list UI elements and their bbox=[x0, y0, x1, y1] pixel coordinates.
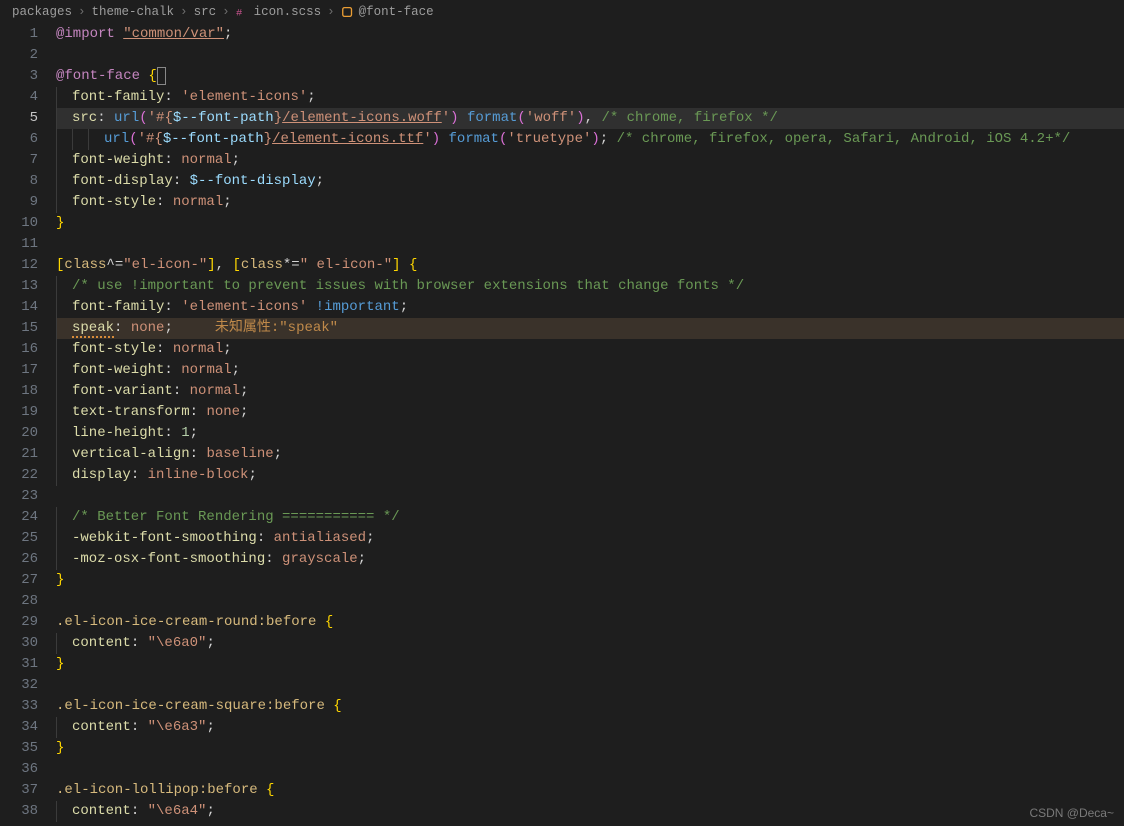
line-number[interactable]: 4 bbox=[0, 87, 38, 108]
code-line[interactable]: @import "common/var"; bbox=[56, 24, 1124, 45]
line-number-gutter[interactable]: 1234567891011121314151617181920212223242… bbox=[0, 24, 56, 826]
code-line[interactable] bbox=[56, 675, 1124, 696]
code-line[interactable]: font-display: $--font-display; bbox=[56, 171, 1124, 192]
code-line[interactable]: font-weight: normal; bbox=[56, 150, 1124, 171]
line-number[interactable]: 21 bbox=[0, 444, 38, 465]
code-line[interactable] bbox=[56, 45, 1124, 66]
breadcrumb[interactable]: packages › theme-chalk › src › # icon.sc… bbox=[0, 0, 1124, 24]
code-editor[interactable]: 1234567891011121314151617181920212223242… bbox=[0, 24, 1124, 826]
code-line[interactable]: src: url('#{$--font-path}/element-icons.… bbox=[56, 108, 1124, 129]
line-number[interactable]: 10 bbox=[0, 213, 38, 234]
code-line[interactable]: text-transform: none; bbox=[56, 402, 1124, 423]
code-line[interactable] bbox=[56, 759, 1124, 780]
line-number[interactable]: 25 bbox=[0, 528, 38, 549]
chevron-right-icon: › bbox=[180, 5, 188, 19]
code-line[interactable]: } bbox=[56, 570, 1124, 591]
line-number[interactable]: 19 bbox=[0, 402, 38, 423]
line-number[interactable]: 16 bbox=[0, 339, 38, 360]
line-number[interactable]: 13 bbox=[0, 276, 38, 297]
line-number[interactable]: 38 bbox=[0, 801, 38, 822]
code-line[interactable]: font-family: 'element-icons'; bbox=[56, 87, 1124, 108]
line-number[interactable]: 24 bbox=[0, 507, 38, 528]
line-number[interactable]: 28 bbox=[0, 591, 38, 612]
line-number[interactable]: 15 bbox=[0, 318, 38, 339]
breadcrumb-item-file[interactable]: # icon.scss bbox=[236, 5, 322, 19]
line-number[interactable]: 1 bbox=[0, 24, 38, 45]
line-number[interactable]: 8 bbox=[0, 171, 38, 192]
code-line[interactable]: @font-face { bbox=[56, 66, 1124, 87]
chevron-right-icon: › bbox=[78, 5, 86, 19]
breadcrumb-item-symbol[interactable]: @font-face bbox=[341, 5, 434, 19]
line-number[interactable]: 30 bbox=[0, 633, 38, 654]
line-number[interactable]: 12 bbox=[0, 255, 38, 276]
chevron-right-icon: › bbox=[327, 5, 335, 19]
code-line[interactable]: font-style: normal; bbox=[56, 339, 1124, 360]
line-number[interactable]: 34 bbox=[0, 717, 38, 738]
line-number[interactable]: 11 bbox=[0, 234, 38, 255]
code-line[interactable]: .el-icon-ice-cream-round:before { bbox=[56, 612, 1124, 633]
line-number[interactable]: 3 bbox=[0, 66, 38, 87]
code-line[interactable]: font-family: 'element-icons' !important; bbox=[56, 297, 1124, 318]
line-number[interactable]: 9 bbox=[0, 192, 38, 213]
line-number[interactable]: 32 bbox=[0, 675, 38, 696]
line-number[interactable]: 20 bbox=[0, 423, 38, 444]
line-number[interactable]: 26 bbox=[0, 549, 38, 570]
line-number[interactable]: 31 bbox=[0, 654, 38, 675]
code-line[interactable]: content: "\e6a3"; bbox=[56, 717, 1124, 738]
scss-file-icon: # bbox=[236, 5, 250, 19]
code-line[interactable]: content: "\e6a0"; bbox=[56, 633, 1124, 654]
code-line[interactable]: /* use !important to prevent issues with… bbox=[56, 276, 1124, 297]
breadcrumb-item[interactable]: src bbox=[194, 5, 217, 19]
line-number[interactable]: 29 bbox=[0, 612, 38, 633]
line-number[interactable]: 36 bbox=[0, 759, 38, 780]
line-number[interactable]: 18 bbox=[0, 381, 38, 402]
code-line[interactable]: display: inline-block; bbox=[56, 465, 1124, 486]
watermark: CSDN @Deca~ bbox=[1029, 806, 1114, 820]
code-line[interactable]: .el-icon-ice-cream-square:before { bbox=[56, 696, 1124, 717]
line-number[interactable]: 37 bbox=[0, 780, 38, 801]
line-number[interactable]: 17 bbox=[0, 360, 38, 381]
line-number[interactable]: 22 bbox=[0, 465, 38, 486]
code-area[interactable]: @import "common/var";@font-face {font-fa… bbox=[56, 24, 1124, 826]
code-line[interactable] bbox=[56, 591, 1124, 612]
code-line[interactable]: url('#{$--font-path}/element-icons.ttf')… bbox=[56, 129, 1124, 150]
line-number[interactable]: 5 bbox=[0, 108, 38, 129]
line-number[interactable]: 27 bbox=[0, 570, 38, 591]
code-line[interactable]: .el-icon-lollipop:before { bbox=[56, 780, 1124, 801]
code-line[interactable] bbox=[56, 234, 1124, 255]
code-line[interactable]: line-height: 1; bbox=[56, 423, 1124, 444]
line-number[interactable]: 6 bbox=[0, 129, 38, 150]
code-line[interactable]: content: "\e6a4"; bbox=[56, 801, 1124, 822]
code-line[interactable]: -moz-osx-font-smoothing: grayscale; bbox=[56, 549, 1124, 570]
code-line[interactable]: font-style: normal; bbox=[56, 192, 1124, 213]
line-number[interactable]: 23 bbox=[0, 486, 38, 507]
code-line[interactable]: font-weight: normal; bbox=[56, 360, 1124, 381]
code-line[interactable]: font-variant: normal; bbox=[56, 381, 1124, 402]
line-number[interactable]: 35 bbox=[0, 738, 38, 759]
svg-text:#: # bbox=[236, 8, 242, 20]
code-line[interactable]: } bbox=[56, 213, 1124, 234]
code-line[interactable]: vertical-align: baseline; bbox=[56, 444, 1124, 465]
line-number[interactable]: 7 bbox=[0, 150, 38, 171]
code-line[interactable]: speak: none; 未知属性:"speak" bbox=[56, 318, 1124, 339]
breadcrumb-item[interactable]: theme-chalk bbox=[92, 5, 175, 19]
code-line[interactable]: [class^="el-icon-"], [class*=" el-icon-"… bbox=[56, 255, 1124, 276]
text-cursor bbox=[157, 67, 166, 85]
chevron-right-icon: › bbox=[222, 5, 230, 19]
line-number[interactable]: 33 bbox=[0, 696, 38, 717]
code-line[interactable]: -webkit-font-smoothing: antialiased; bbox=[56, 528, 1124, 549]
code-line[interactable]: } bbox=[56, 738, 1124, 759]
code-line[interactable]: /* Better Font Rendering =========== */ bbox=[56, 507, 1124, 528]
breadcrumb-item[interactable]: packages bbox=[12, 5, 72, 19]
line-number[interactable]: 2 bbox=[0, 45, 38, 66]
symbol-icon bbox=[341, 5, 355, 19]
code-line[interactable] bbox=[56, 486, 1124, 507]
line-number[interactable]: 14 bbox=[0, 297, 38, 318]
code-line[interactable]: } bbox=[56, 654, 1124, 675]
